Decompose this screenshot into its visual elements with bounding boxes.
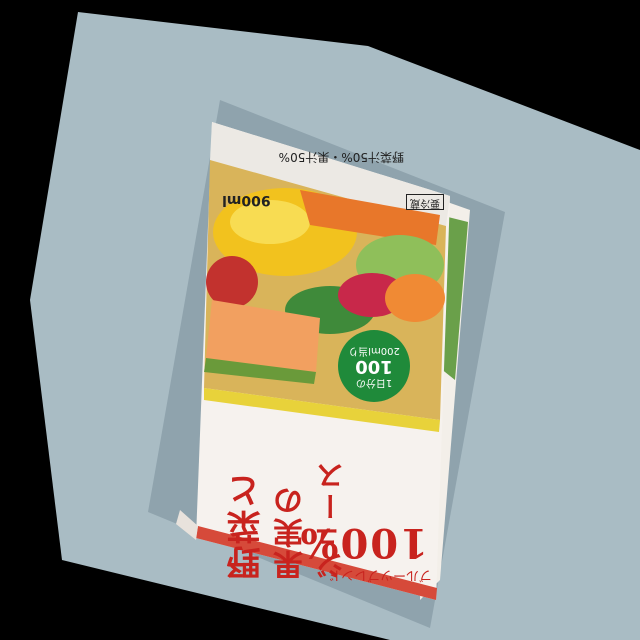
title-percent: 100%	[298, 519, 428, 566]
title-line1: 野菜と	[227, 472, 267, 580]
badge-big: 100	[355, 356, 393, 377]
orange-fruit	[385, 274, 445, 322]
carton-title: ブルーツブレンド 野菜と 果実の ジュース 100%	[208, 392, 438, 592]
carton-top-label: 900ml 野菜汁50%・果汁50% 要冷蔵	[212, 122, 450, 214]
storage-label: 要冷蔵	[406, 194, 444, 210]
volume-label: 900ml	[222, 192, 271, 208]
badge-line2: 200ml当り	[348, 345, 400, 356]
apple	[206, 256, 258, 308]
badge-line1: 1日分の	[355, 377, 393, 388]
ingredients-label: 野菜汁50%・果汁50%	[278, 150, 404, 164]
